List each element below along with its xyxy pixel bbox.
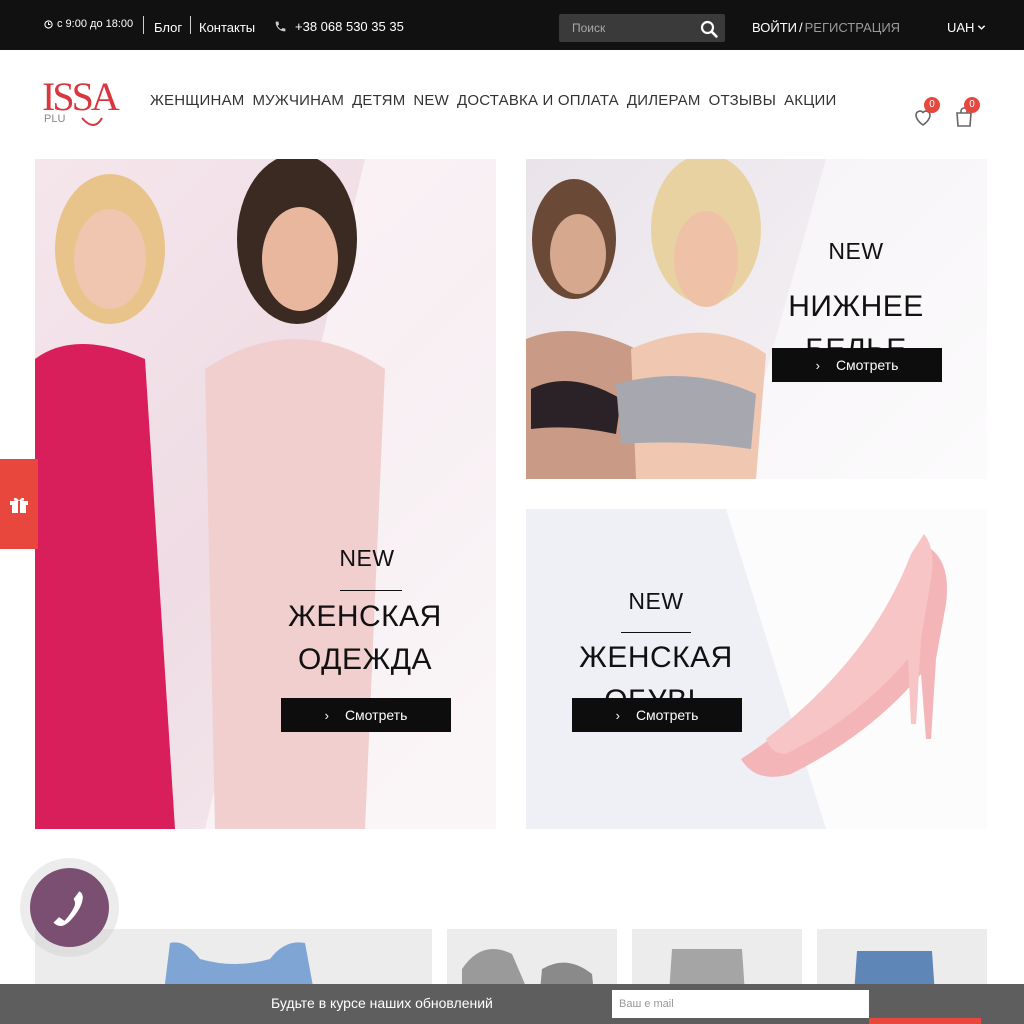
nav-item-dealers[interactable]: ДИЛЕРАМ xyxy=(627,92,701,109)
banner-title-line1: ЖЕНСКАЯ xyxy=(288,600,442,633)
newsletter-label: Будьте в курсе наших обновлений xyxy=(271,995,493,1011)
view-button-label: Смотреть xyxy=(344,707,408,723)
wishlist-count-badge: 0 xyxy=(924,97,940,113)
top-bar: с 9:00 до 18:00 Блог Контакты +38 068 53… xyxy=(0,0,1024,50)
chevron-right-icon: › xyxy=(324,707,329,723)
chevron-right-icon: › xyxy=(815,357,820,373)
site-logo[interactable]: ISSA PLU xyxy=(42,74,128,130)
nav-item-men[interactable]: МУЖЧИНАМ xyxy=(252,92,344,109)
currency-selector[interactable]: UAH xyxy=(947,20,986,35)
phone-contact[interactable]: +38 068 530 35 35 xyxy=(274,19,404,34)
banner-new-label: NEW xyxy=(828,238,884,264)
callback-button[interactable] xyxy=(30,868,109,947)
view-button[interactable]: › Смотреть xyxy=(572,698,742,732)
banner-new-label: NEW xyxy=(339,545,395,571)
currency-label: UAH xyxy=(947,20,975,35)
banner-lingerie[interactable]: NEW НИЖНЕЕ БЕЛЬЕ › Смотреть xyxy=(526,159,987,479)
banner-title: ЖЕНСКАЯ ОДЕЖДА xyxy=(275,595,455,681)
nav-item-women[interactable]: ЖЕНЩИНАМ xyxy=(150,92,244,109)
cart-count-badge: 0 xyxy=(964,97,980,113)
auth-separator: / xyxy=(798,20,803,35)
search-icon[interactable] xyxy=(699,19,719,39)
newsletter-email-input[interactable] xyxy=(612,990,869,1018)
divider xyxy=(143,16,144,34)
working-hours: с 9:00 до 18:00 xyxy=(44,18,133,30)
banner-womens-shoes[interactable]: NEW ЖЕНСКАЯ ОБУВЬ › Смотреть xyxy=(526,509,987,829)
nav-item-new[interactable]: NEW xyxy=(413,92,449,109)
banner-womens-clothing[interactable]: NEW ЖЕНСКАЯ ОДЕЖДА › Смотреть xyxy=(35,159,496,829)
newsletter-subscribe-button[interactable] xyxy=(869,1018,981,1024)
contacts-link[interactable]: Контакты xyxy=(199,20,255,35)
phone-icon xyxy=(275,21,286,32)
auth-links: ВОЙТИ / РЕГИСТРАЦИЯ xyxy=(752,20,900,35)
view-button-label: Смотреть xyxy=(635,707,699,723)
chevron-right-icon: › xyxy=(615,707,620,723)
main-nav: ЖЕНЩИНАМ МУЖЧИНАМ ДЕТЯМ NEW ДОСТАВКА И О… xyxy=(150,92,836,109)
view-button-label: Смотреть xyxy=(835,357,899,373)
phone-number: +38 068 530 35 35 xyxy=(295,19,404,34)
chevron-down-icon xyxy=(978,25,986,30)
login-link[interactable]: ВОЙТИ xyxy=(752,20,797,35)
search-box xyxy=(559,14,725,42)
nav-item-kids[interactable]: ДЕТЯМ xyxy=(352,92,405,109)
search-input[interactable] xyxy=(559,14,695,42)
banner-new-label: NEW xyxy=(628,588,684,614)
banner-title-line2: ОДЕЖДА xyxy=(297,643,433,676)
banner-divider xyxy=(621,632,691,633)
view-button[interactable]: › Смотреть xyxy=(281,698,451,732)
nav-item-reviews[interactable]: ОТЗЫВЫ xyxy=(709,92,776,109)
gift-tab[interactable] xyxy=(0,459,38,549)
working-hours-text: с 9:00 до 18:00 xyxy=(57,18,134,30)
banner-divider xyxy=(340,590,402,591)
view-button[interactable]: › Смотреть xyxy=(772,348,942,382)
register-link[interactable]: РЕГИСТРАЦИЯ xyxy=(805,20,900,35)
svg-text:PLU: PLU xyxy=(44,113,65,125)
nav-item-sales[interactable]: АКЦИИ xyxy=(784,92,836,109)
divider xyxy=(190,16,191,34)
gift-icon xyxy=(10,497,28,513)
blog-link[interactable]: Блог xyxy=(154,20,182,35)
phone-icon xyxy=(53,891,83,926)
nav-item-delivery[interactable]: ДОСТАВКА И ОПЛАТА xyxy=(457,92,619,109)
clock-icon xyxy=(44,19,53,29)
